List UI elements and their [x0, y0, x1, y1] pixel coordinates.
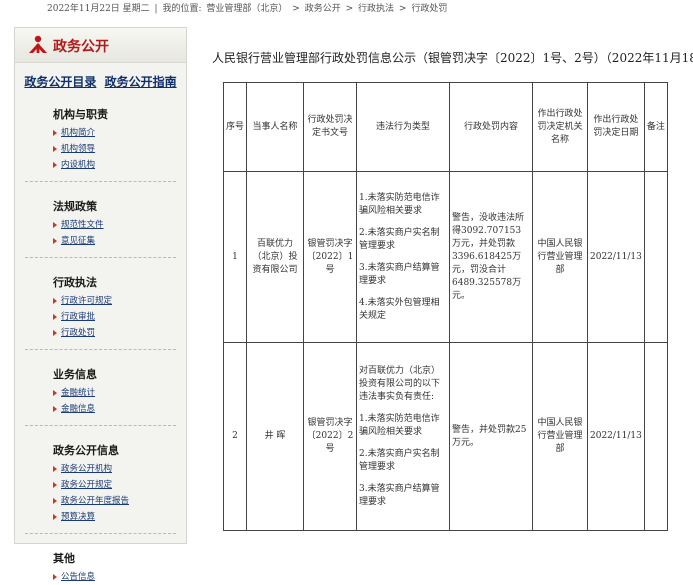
penalty-table-wrapper: 序号 当事人名称 行政处罚决定书文号 违法行为类型 行政处罚内容 作出行政处罚决…: [223, 82, 668, 531]
column-header: 行政处罚决定书文号: [303, 82, 357, 172]
sidebar-group-heading: 机构与职责: [53, 108, 108, 121]
cell-penalty: 警告，没收违法所得3092.707153万元，并处罚款3396.618425万元…: [449, 171, 533, 343]
cell-authority: 中国人民银行营业管理部: [532, 342, 588, 531]
table-row: 2 井 晖 银管罚决字〔2022〕2号 对百联优力（北京）投资有限公司的以下违法…: [223, 342, 668, 531]
sidebar-item[interactable]: 预算决算: [53, 509, 186, 525]
cell-party: 井 晖: [246, 342, 304, 531]
breadcrumb-item[interactable]: 营业管理部（北京）: [206, 4, 287, 14]
top-bar-text: 2022年11月22日 星期二 | 我的位置: 营业管理部（北京） > 政务公开…: [47, 4, 448, 14]
table-header-row: 序号 当事人名称 行政处罚决定书文号 违法行为类型 行政处罚内容 作出行政处罚决…: [223, 82, 668, 172]
cell-note: [643, 342, 668, 531]
current-date: 2022年11月22日 星期二: [47, 4, 150, 14]
location-label: 我的位置:: [162, 4, 202, 14]
sidebar-item[interactable]: 金融统计: [53, 385, 186, 401]
cell-doc-number: 银管罚决字〔2022〕2号: [303, 342, 357, 531]
violation-item: 3.未落实商户结算管理要求: [359, 262, 440, 286]
sidebar-item[interactable]: 公告信息: [53, 569, 186, 585]
sidebar-item[interactable]: 内设机构: [53, 157, 186, 173]
sidebar-header: 政务公开: [15, 28, 186, 63]
column-header: 行政处罚内容: [449, 82, 533, 172]
cell-date: 2022/11/13: [587, 342, 645, 531]
sidebar-group-disclosure: 政务公开信息 政务公开机构 政务公开规定 政务公开年度报告 预算决算: [53, 442, 186, 525]
cell-violations: 1.未落实防范电信诈骗风险相关要求 2.未落实商户实名制管理要求 3.未落实商户…: [356, 171, 450, 343]
violation-item: 1.未落实防范电信诈骗风险相关要求: [359, 413, 440, 437]
main-content: 人民银行营业管理部行政处罚信息公示（银管罚决字〔2022〕1号、2号）（2022…: [197, 34, 693, 531]
violation-item: 2.未落实商户实名制管理要求: [359, 227, 440, 251]
sidebar-divider: [25, 181, 176, 182]
sidebar-item[interactable]: 政务公开规定: [53, 477, 186, 493]
column-header: 作出行政处罚决定机关名称: [532, 82, 588, 172]
cell-note: [643, 171, 668, 343]
sidebar-item[interactable]: 机构领导: [53, 141, 186, 157]
link-gov-guide[interactable]: 政务公开指南: [105, 75, 177, 89]
cell-violations: 对百联优力（北京）投资有限公司的以下违法事实负有责任: 1.未落实防范电信诈骗风…: [356, 342, 450, 531]
page-title: 人民银行营业管理部行政处罚信息公示（银管罚决字〔2022〕1号、2号）（2022…: [212, 51, 693, 65]
table-row: 1 百联优力（北京）投资有限公司 银管罚决字〔2022〕1号 1.未落实防范电信…: [223, 171, 668, 343]
sidebar: 政务公开 政务公开目录 政务公开指南 机构与职责 机构简介 机构领导 内设机构 …: [14, 27, 187, 582]
pboc-logo-icon: [29, 35, 47, 53]
sidebar-divider: [25, 257, 176, 258]
column-header: 当事人名称: [246, 82, 304, 172]
violation-item: 4.未落实外包管理相关规定: [359, 297, 440, 321]
top-bar: 2022年11月22日 星期二 | 我的位置: 营业管理部（北京） > 政务公开…: [0, 0, 693, 16]
violation-item: 1.未落实防范电信诈骗风险相关要求: [359, 192, 440, 216]
breadcrumb-item[interactable]: 行政执法: [358, 4, 394, 14]
column-header: 违法行为类型: [356, 82, 450, 172]
violation-item: 3.未落实商户结算管理要求: [359, 483, 440, 507]
sidebar-divider: [25, 425, 176, 426]
sidebar-group-heading: 业务信息: [53, 368, 97, 381]
sidebar-item[interactable]: 意见征集: [53, 233, 186, 249]
sidebar-item[interactable]: 行政审批: [53, 309, 186, 325]
penalty-table: 序号 当事人名称 行政处罚决定书文号 违法行为类型 行政处罚内容 作出行政处罚决…: [223, 82, 668, 531]
sidebar-group-enforcement: 行政执法 行政许可规定 行政审批 行政处罚: [53, 274, 186, 341]
sidebar-group-heading: 其他: [53, 552, 75, 565]
sidebar-group-business: 业务信息 金融统计 金融信息: [53, 366, 186, 417]
sidebar-item[interactable]: 金融信息: [53, 401, 186, 417]
cell-no: 2: [223, 342, 247, 531]
column-header: 作出行政处罚决定日期: [587, 82, 645, 172]
breadcrumb-item[interactable]: 政务公开: [305, 4, 341, 14]
sidebar-divider: [25, 533, 176, 534]
cell-date: 2022/11/13: [587, 171, 645, 343]
column-header: 序号: [223, 82, 247, 172]
cell-no: 1: [223, 171, 247, 343]
violation-item: 2.未落实商户实名制管理要求: [359, 448, 440, 472]
violation-item: 对百联优力（北京）投资有限公司的以下违法事实负有责任:: [359, 365, 441, 402]
breadcrumb-item[interactable]: 行政处罚: [411, 4, 447, 14]
sidebar-divider: [25, 349, 176, 350]
sidebar-item[interactable]: 行政许可规定: [53, 293, 186, 309]
sidebar-item[interactable]: 规范性文件: [53, 217, 186, 233]
sidebar-title: 政务公开: [53, 39, 109, 55]
cell-penalty: 警告，并处罚款25万元。: [449, 342, 533, 531]
column-header: 备注: [643, 82, 668, 172]
cell-doc-number: 银管罚决字〔2022〕1号: [303, 171, 357, 343]
sidebar-group-heading: 法规政策: [53, 200, 97, 213]
sidebar-item[interactable]: 政务公开机构: [53, 461, 186, 477]
sidebar-item[interactable]: 政务公开年度报告: [53, 493, 186, 509]
link-gov-catalog[interactable]: 政务公开目录: [24, 75, 96, 89]
sidebar-group-heading: 行政执法: [53, 276, 97, 289]
sidebar-group-heading: 政务公开信息: [53, 444, 119, 457]
sidebar-item[interactable]: 机构简介: [53, 125, 186, 141]
sidebar-group-org: 机构与职责 机构简介 机构领导 内设机构: [53, 106, 186, 173]
sidebar-top-links: 政务公开目录 政务公开指南: [15, 73, 186, 90]
sidebar-item[interactable]: 行政处罚: [53, 325, 186, 341]
cell-party: 百联优力（北京）投资有限公司: [246, 171, 304, 343]
sidebar-group-other: 其他 公告信息: [53, 550, 186, 585]
sidebar-group-regulations: 法规政策 规范性文件 意见征集: [53, 198, 186, 249]
cell-authority: 中国人民银行营业管理部: [532, 171, 588, 343]
